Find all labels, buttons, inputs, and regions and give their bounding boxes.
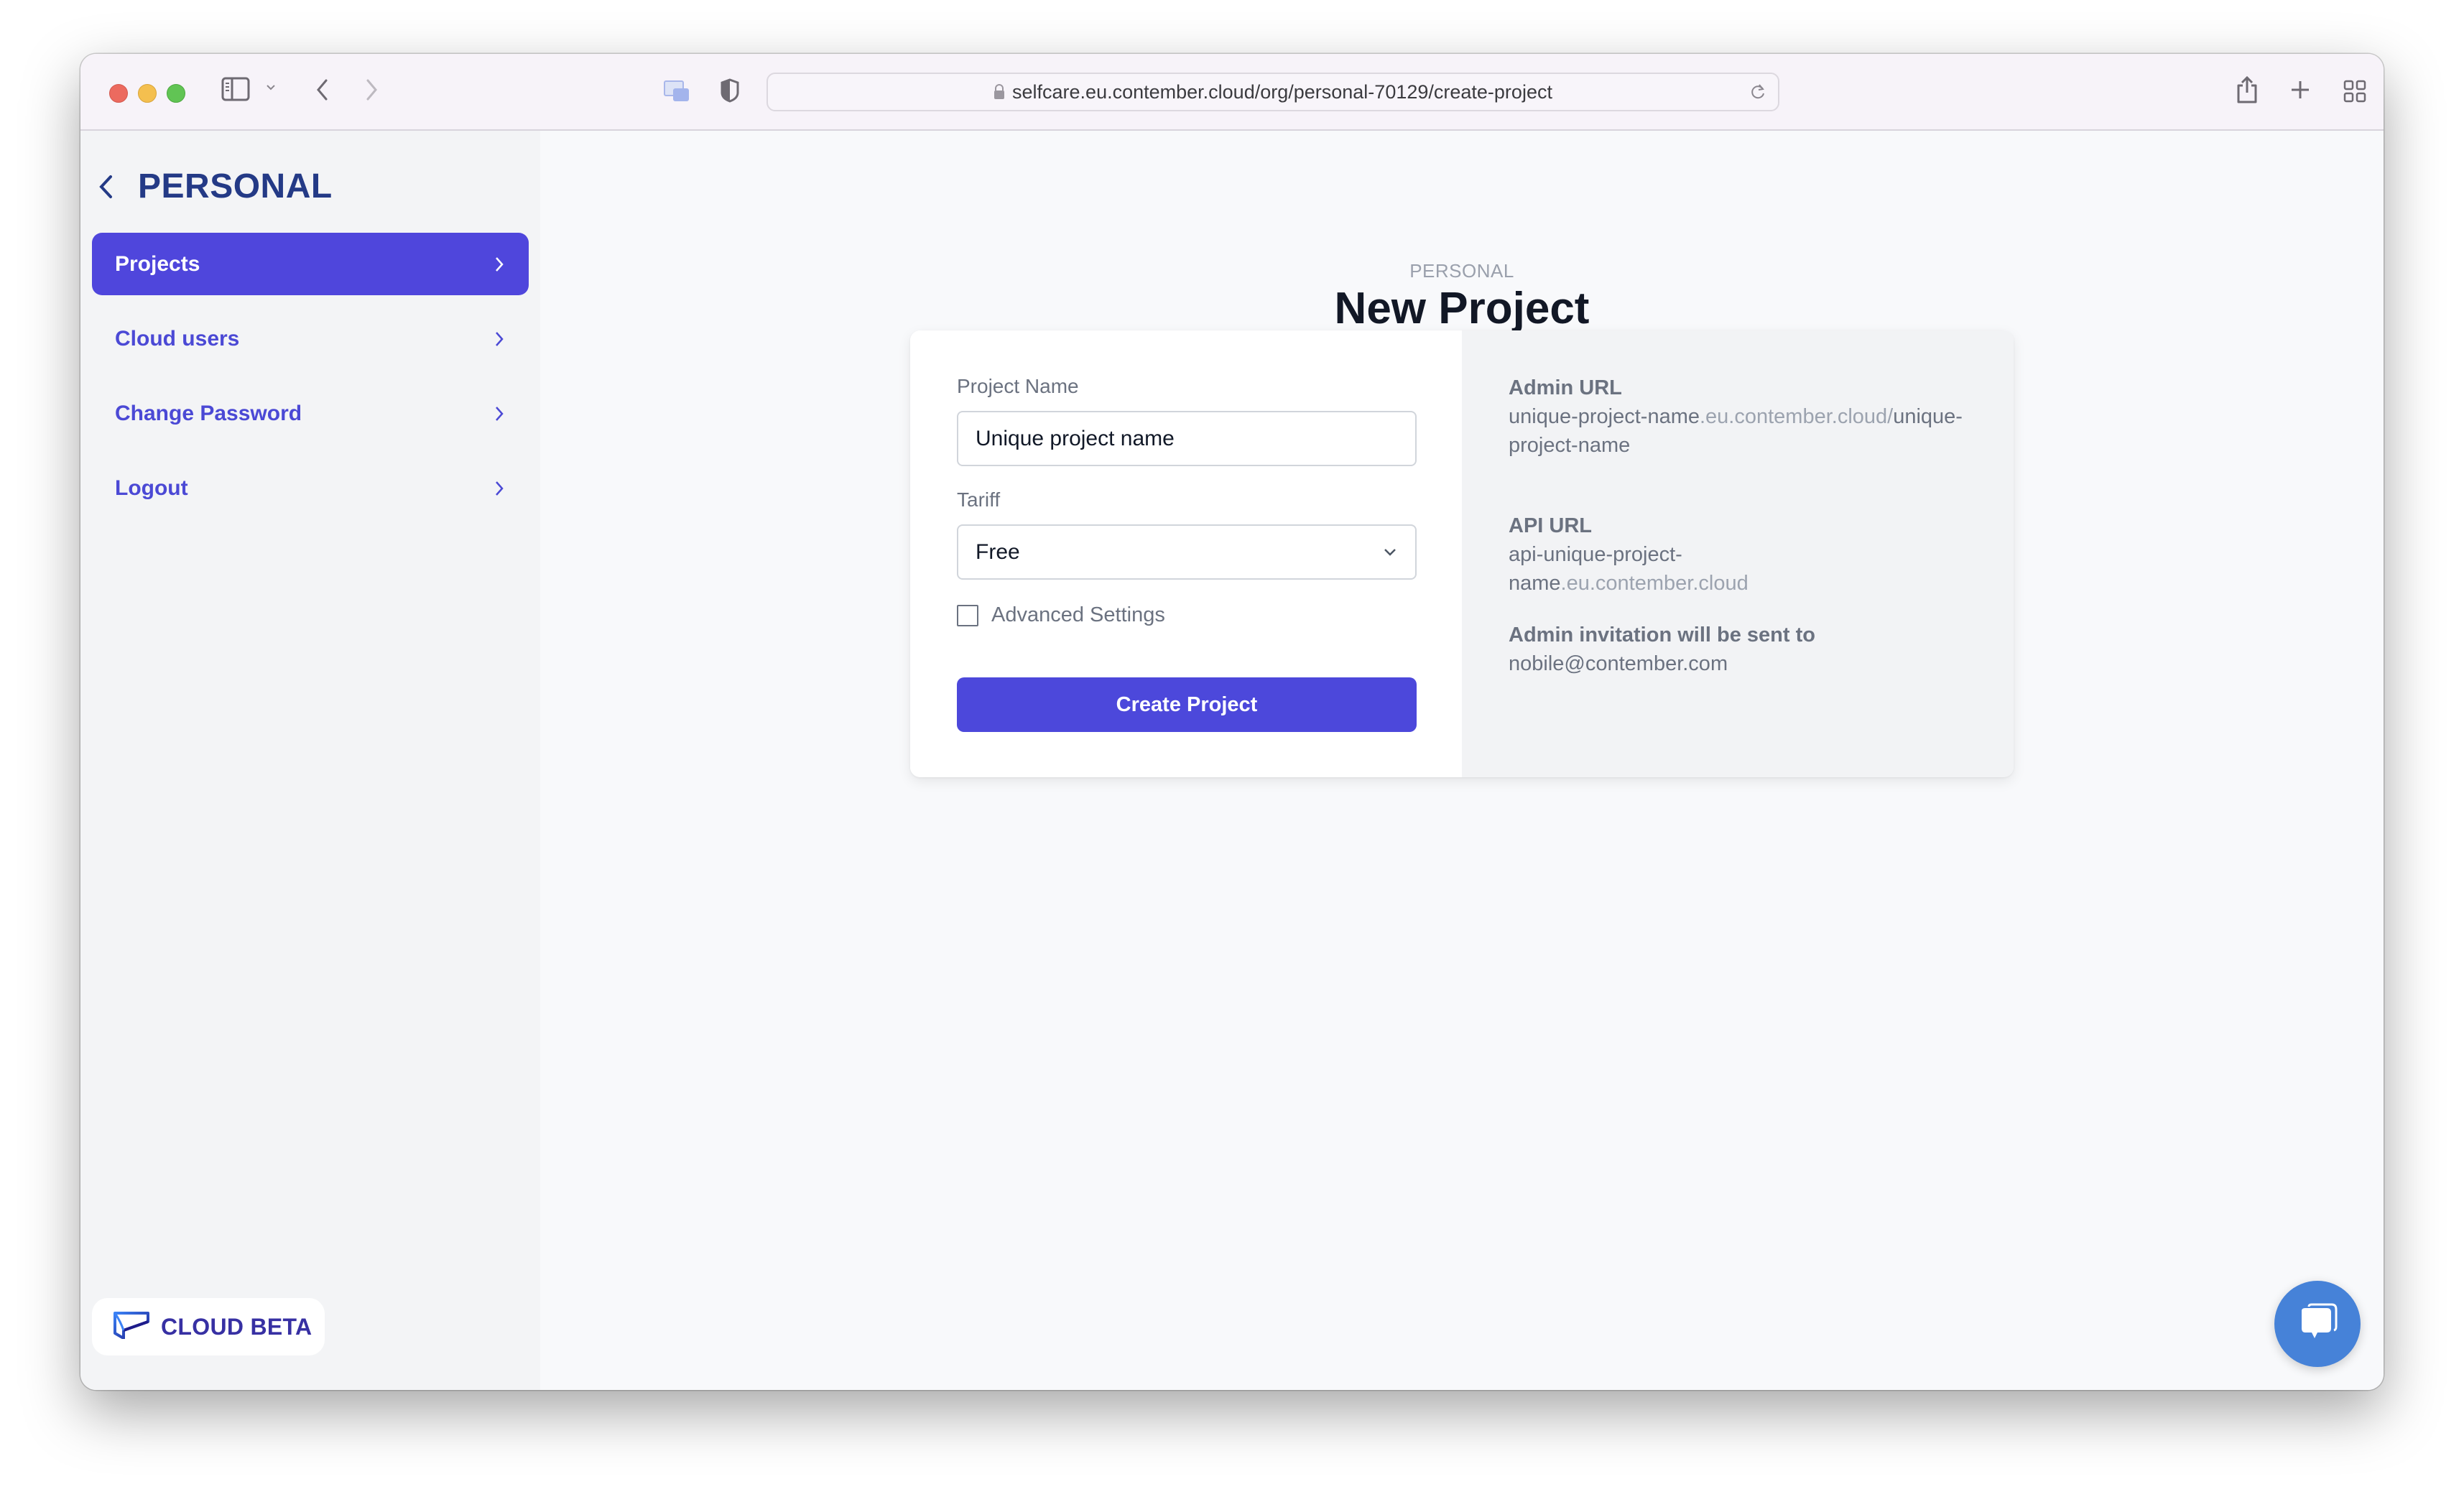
picture-in-picture-icon[interactable] xyxy=(663,80,692,103)
plus-icon[interactable] xyxy=(2290,80,2310,100)
page-subtitle: PERSONAL xyxy=(1409,260,1514,282)
sidebar-item-label: Logout xyxy=(115,476,188,500)
sidebar: PERSONAL Projects Cloud users Change Pas… xyxy=(80,131,540,1390)
org-header: PERSONAL xyxy=(98,167,333,206)
sidebar-nav: Projects Cloud users Change Password Log… xyxy=(92,233,529,532)
address-bar[interactable]: selfcare.eu.contember.cloud/org/personal… xyxy=(766,73,1779,111)
admin-url-info: Admin URL unique-project-name.eu.contemb… xyxy=(1509,374,1983,460)
sidebar-item-cloud-users[interactable]: Cloud users xyxy=(92,307,529,370)
project-form: Project Name Tariff Free Advanced Settin… xyxy=(910,330,1462,777)
advanced-settings-row[interactable]: Advanced Settings xyxy=(957,603,1165,627)
browser-toolbar: selfcare.eu.contember.cloud/org/personal… xyxy=(80,54,2384,131)
admin-url-domain: .eu.contember.cloud/ xyxy=(1699,405,1894,428)
admin-url-subdomain: unique-project-name xyxy=(1509,405,1700,428)
sidebar-item-label: Cloud users xyxy=(115,326,240,351)
chat-bubbles-icon xyxy=(2296,1301,2339,1348)
main-content: PERSONAL New Project Project Name Tariff… xyxy=(540,131,2384,1390)
chevron-down-icon[interactable] xyxy=(266,84,276,91)
api-url-label: API URL xyxy=(1509,514,1592,537)
brand-label: CLOUD BETA xyxy=(161,1313,312,1340)
invitation-label: Admin invitation will be sent to xyxy=(1509,624,1815,646)
admin-url-value: unique-project-name.eu.contember.cloud/u… xyxy=(1509,402,1968,460)
brand-badge[interactable]: CLOUD BETA xyxy=(92,1298,325,1355)
sidebar-item-label: Change Password xyxy=(115,401,302,425)
chevron-right-icon xyxy=(494,330,504,348)
sidebar-item-label: Projects xyxy=(115,251,200,276)
browser-window: selfcare.eu.contember.cloud/org/personal… xyxy=(80,54,2384,1390)
maximize-window-button[interactable] xyxy=(167,84,185,103)
project-name-field[interactable] xyxy=(957,411,1417,466)
project-info-panel: Admin URL unique-project-name.eu.contemb… xyxy=(1462,330,2014,777)
url-text: selfcare.eu.contember.cloud/org/personal… xyxy=(1012,80,1552,103)
chevron-right-icon xyxy=(494,480,504,497)
close-window-button[interactable] xyxy=(109,84,128,103)
lock-icon xyxy=(994,83,1005,101)
sidebar-item-change-password[interactable]: Change Password xyxy=(92,382,529,445)
minimize-window-button[interactable] xyxy=(138,84,157,103)
page-title: New Project xyxy=(1334,284,1590,333)
grid-icon[interactable] xyxy=(2343,80,2366,103)
admin-url-label: Admin URL xyxy=(1509,376,1622,399)
forward-chevron-icon[interactable] xyxy=(365,78,379,101)
contember-logo-icon xyxy=(114,1311,149,1343)
tariff-select[interactable]: Free xyxy=(957,524,1417,580)
chevron-right-icon xyxy=(494,256,504,273)
reload-icon[interactable] xyxy=(1749,83,1766,106)
advanced-settings-checkbox[interactable] xyxy=(957,604,978,626)
api-url-domain: .eu.contember.cloud xyxy=(1560,572,1749,595)
tariff-label: Tariff xyxy=(957,488,1001,511)
sidebar-item-logout[interactable]: Logout xyxy=(92,457,529,519)
invitation-info: Admin invitation will be sent to nobile@… xyxy=(1509,621,1983,678)
org-title: PERSONAL xyxy=(138,167,333,205)
api-url-info: API URL api-unique-project-name.eu.conte… xyxy=(1509,511,1983,598)
new-project-card: Project Name Tariff Free Advanced Settin… xyxy=(910,330,2014,777)
back-chevron-icon[interactable] xyxy=(315,78,329,101)
tariff-selected-value: Free xyxy=(976,539,1020,564)
project-name-label: Project Name xyxy=(957,375,1079,397)
chevron-right-icon xyxy=(494,405,504,422)
sidebar-toggle-icon[interactable] xyxy=(221,77,250,101)
create-project-button[interactable]: Create Project xyxy=(957,677,1417,732)
share-icon[interactable] xyxy=(2236,75,2259,104)
project-name-input[interactable] xyxy=(976,426,1398,451)
chevron-down-icon xyxy=(1382,544,1398,560)
chat-support-button[interactable] xyxy=(2274,1281,2361,1367)
sidebar-item-projects[interactable]: Projects xyxy=(92,233,529,295)
shield-icon[interactable] xyxy=(720,78,740,103)
invitation-email: nobile@contember.com xyxy=(1509,652,1728,675)
api-url-value: api-unique-project-name.eu.contember.clo… xyxy=(1509,540,1749,598)
advanced-settings-label: Advanced Settings xyxy=(991,603,1165,626)
back-icon[interactable] xyxy=(98,169,126,205)
